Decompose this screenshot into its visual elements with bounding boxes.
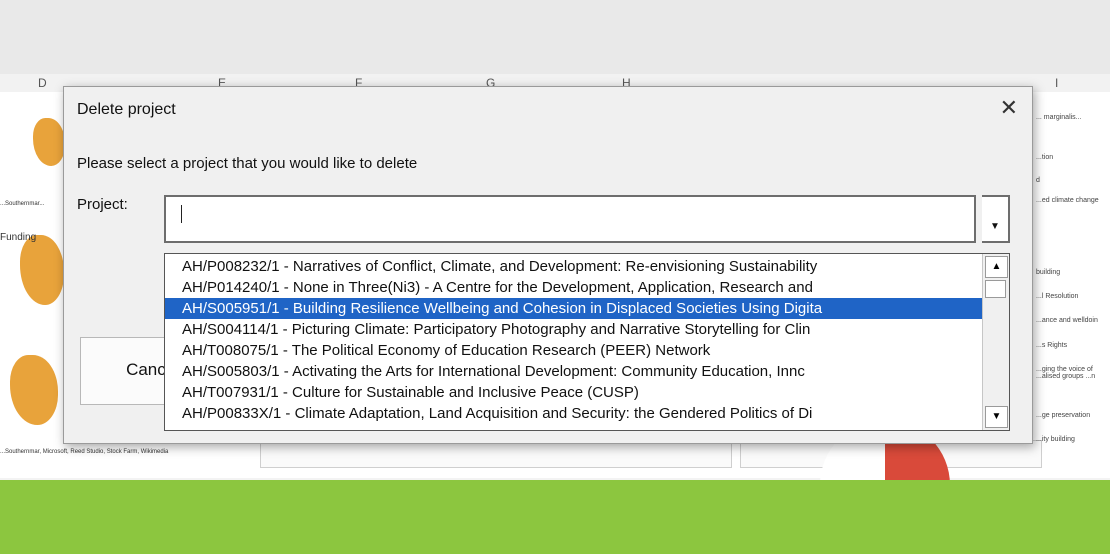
list-item[interactable]: AH/T007931/1 - Culture for Sustainable a… bbox=[165, 382, 983, 403]
text-caret bbox=[181, 205, 182, 223]
legend-text-5: building bbox=[1036, 269, 1061, 276]
column-header-i[interactable]: I bbox=[1055, 76, 1058, 90]
legend-text-10: ...ge preservation bbox=[1036, 412, 1091, 419]
dialog-prompt: Please select a project that you would l… bbox=[77, 155, 418, 172]
legend-text-11: ...ity building bbox=[1036, 436, 1075, 443]
list-item[interactable]: AH/S004114/1 - Picturing Climate: Partic… bbox=[165, 319, 983, 340]
list-item[interactable]: AH/P008232/1 - Narratives of Conflict, C… bbox=[165, 256, 983, 277]
legend-text-9: ...ging the voice of ...alised groups ..… bbox=[1036, 366, 1096, 380]
legend-text-7: ...ance and welldoin bbox=[1036, 317, 1098, 324]
legend-text-6: ...l Resolution bbox=[1036, 293, 1079, 300]
list-item[interactable]: AH/P00833X/1 - Climate Adaptation, Land … bbox=[165, 403, 983, 424]
chart-panel bbox=[260, 440, 732, 468]
close-icon[interactable]: ✕ bbox=[1000, 97, 1018, 119]
legend-text-4: ...ed climate change bbox=[1036, 197, 1099, 204]
source-label-2: ...Southernmar, Microsoft, Reed Studio, … bbox=[0, 449, 169, 455]
legend-text-8: ...s Rights bbox=[1036, 342, 1068, 349]
chevron-down-icon: ▼ bbox=[990, 221, 1000, 232]
project-dropdown-list[interactable]: AH/P008232/1 - Narratives of Conflict, C… bbox=[164, 253, 1010, 431]
footer-green-bar bbox=[0, 480, 1110, 554]
ribbon-area bbox=[0, 0, 1110, 74]
list-item[interactable]: AH/S005803/1 - Activating the Arts for I… bbox=[165, 361, 983, 382]
project-label: Project: bbox=[77, 196, 128, 213]
scroll-down-icon[interactable]: ▼ bbox=[985, 406, 1008, 428]
dialog-title: Delete project bbox=[77, 101, 176, 118]
delete-project-dialog: Delete project ✕ Please select a project… bbox=[63, 86, 1033, 444]
legend-text-3: d bbox=[1036, 177, 1040, 184]
source-label: ...Southernmar... bbox=[0, 201, 45, 207]
project-dropdown-button[interactable]: ▼ bbox=[982, 195, 1010, 243]
legend-text-2: ...tion bbox=[1036, 154, 1054, 161]
scroll-thumb[interactable] bbox=[985, 280, 1006, 298]
list-item[interactable]: AH/T008075/1 - The Political Economy of … bbox=[165, 340, 983, 361]
list-item-selected[interactable]: AH/S005951/1 - Building Resilience Wellb… bbox=[165, 298, 983, 319]
legend-text-1: ... marginalis... bbox=[1036, 114, 1082, 121]
scroll-up-icon[interactable]: ▲ bbox=[985, 256, 1008, 278]
project-combobox-input[interactable] bbox=[164, 195, 976, 243]
list-scrollbar[interactable]: ▲ ▼ bbox=[982, 254, 1009, 430]
list-item[interactable]: AH/P014240/1 - None in Three(Ni3) - A Ce… bbox=[165, 277, 983, 298]
column-header-d[interactable]: D bbox=[38, 76, 47, 90]
funding-label: Funding bbox=[0, 232, 37, 243]
